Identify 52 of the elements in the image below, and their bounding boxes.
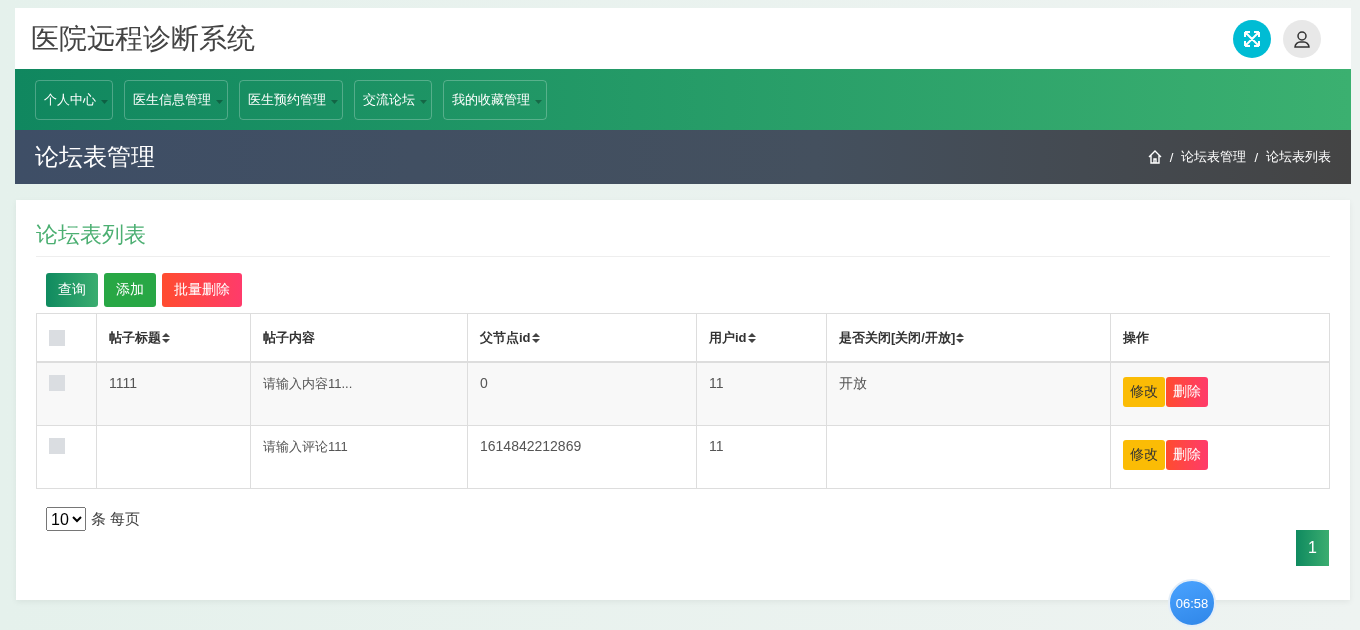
table-cell: 开放 (839, 375, 867, 391)
table-cell: 0 (480, 375, 488, 391)
breadcrumb-link[interactable]: 论坛表管理 (1181, 148, 1247, 166)
delete-button[interactable]: 删除 (1166, 440, 1208, 470)
table-cell: 1111 (109, 375, 138, 391)
edit-button[interactable]: 修改 (1123, 440, 1165, 470)
table-cell: 请输入内容11... (263, 376, 353, 391)
home-icon[interactable] (1147, 150, 1162, 164)
breadcrumb-separator: / (1169, 149, 1174, 165)
caret-icon (331, 99, 338, 104)
caret-icon (420, 99, 427, 104)
checkbox[interactable] (49, 329, 65, 346)
column-header[interactable]: 用户id (709, 328, 756, 347)
app-title: 医院远程诊断系统 (31, 21, 255, 56)
caret-icon (101, 99, 108, 104)
nav-menu[interactable]: 医生预约管理 (239, 79, 343, 120)
column-header[interactable]: 父节点id (480, 328, 540, 347)
column-header: 帖子内容 (263, 328, 315, 347)
table-cell: 1614842212869 (480, 438, 582, 454)
table-cell: 11 (709, 438, 724, 454)
nav-menu[interactable]: 个人中心 (35, 79, 113, 120)
breadcrumb-separator: / (1254, 149, 1258, 165)
add-button[interactable]: 添加 (104, 273, 156, 307)
user-icon (1292, 28, 1312, 49)
card-title: 论坛表列表 (36, 216, 1330, 257)
table-cell: 请输入评论111 (263, 439, 348, 454)
user-button[interactable] (1283, 19, 1321, 58)
sort-icon[interactable] (162, 332, 170, 343)
page-size-label: 条 每页 (91, 509, 141, 529)
sort-icon[interactable] (747, 332, 756, 343)
expand-arrows-icon (1243, 29, 1261, 48)
search-button[interactable]: 查询 (46, 273, 98, 307)
column-header[interactable]: 是否关闭[关闭/开放] (839, 328, 965, 347)
page-title: 论坛表管理 (35, 142, 155, 172)
table-cell: 11 (709, 375, 724, 391)
page-size-select[interactable]: 10 (46, 507, 86, 531)
edit-button[interactable]: 修改 (1123, 377, 1165, 407)
timer-badge: 06:58 (1168, 579, 1216, 627)
nav-menu[interactable]: 交流论坛 (354, 79, 432, 120)
checkbox[interactable] (49, 375, 65, 391)
sort-icon[interactable] (956, 332, 965, 343)
column-header[interactable]: 帖子标题 (109, 328, 170, 347)
nav-menu[interactable]: 医生信息管理 (124, 79, 228, 120)
sort-icon[interactable] (531, 332, 540, 343)
column-header: 操作 (1123, 328, 1149, 347)
delete-button[interactable]: 删除 (1166, 377, 1208, 407)
checkbox[interactable] (49, 438, 65, 454)
caret-icon (535, 99, 542, 104)
caret-icon (216, 99, 223, 104)
nav-menu[interactable]: 我的收藏管理 (443, 79, 547, 120)
batch-delete-button[interactable]: 批量删除 (162, 273, 242, 307)
page-button[interactable]: 1 (1296, 530, 1329, 566)
